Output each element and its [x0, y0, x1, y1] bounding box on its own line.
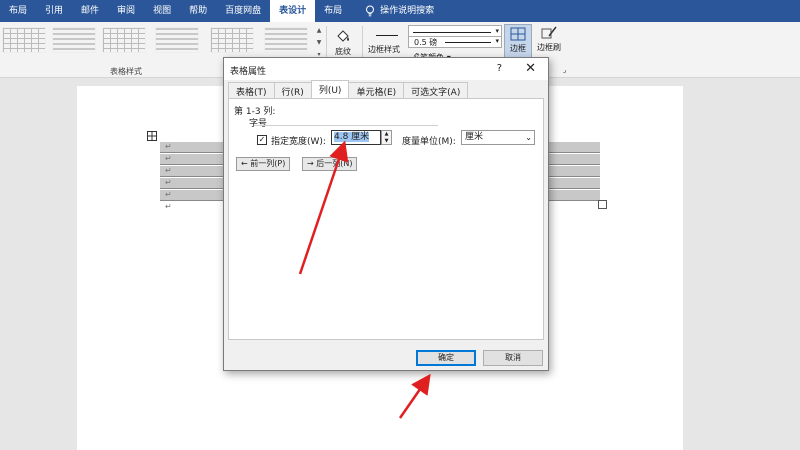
- annotation-arrow: [398, 373, 431, 419]
- annotation-arrows: [298, 140, 431, 419]
- annotation-arrow: [298, 140, 349, 275]
